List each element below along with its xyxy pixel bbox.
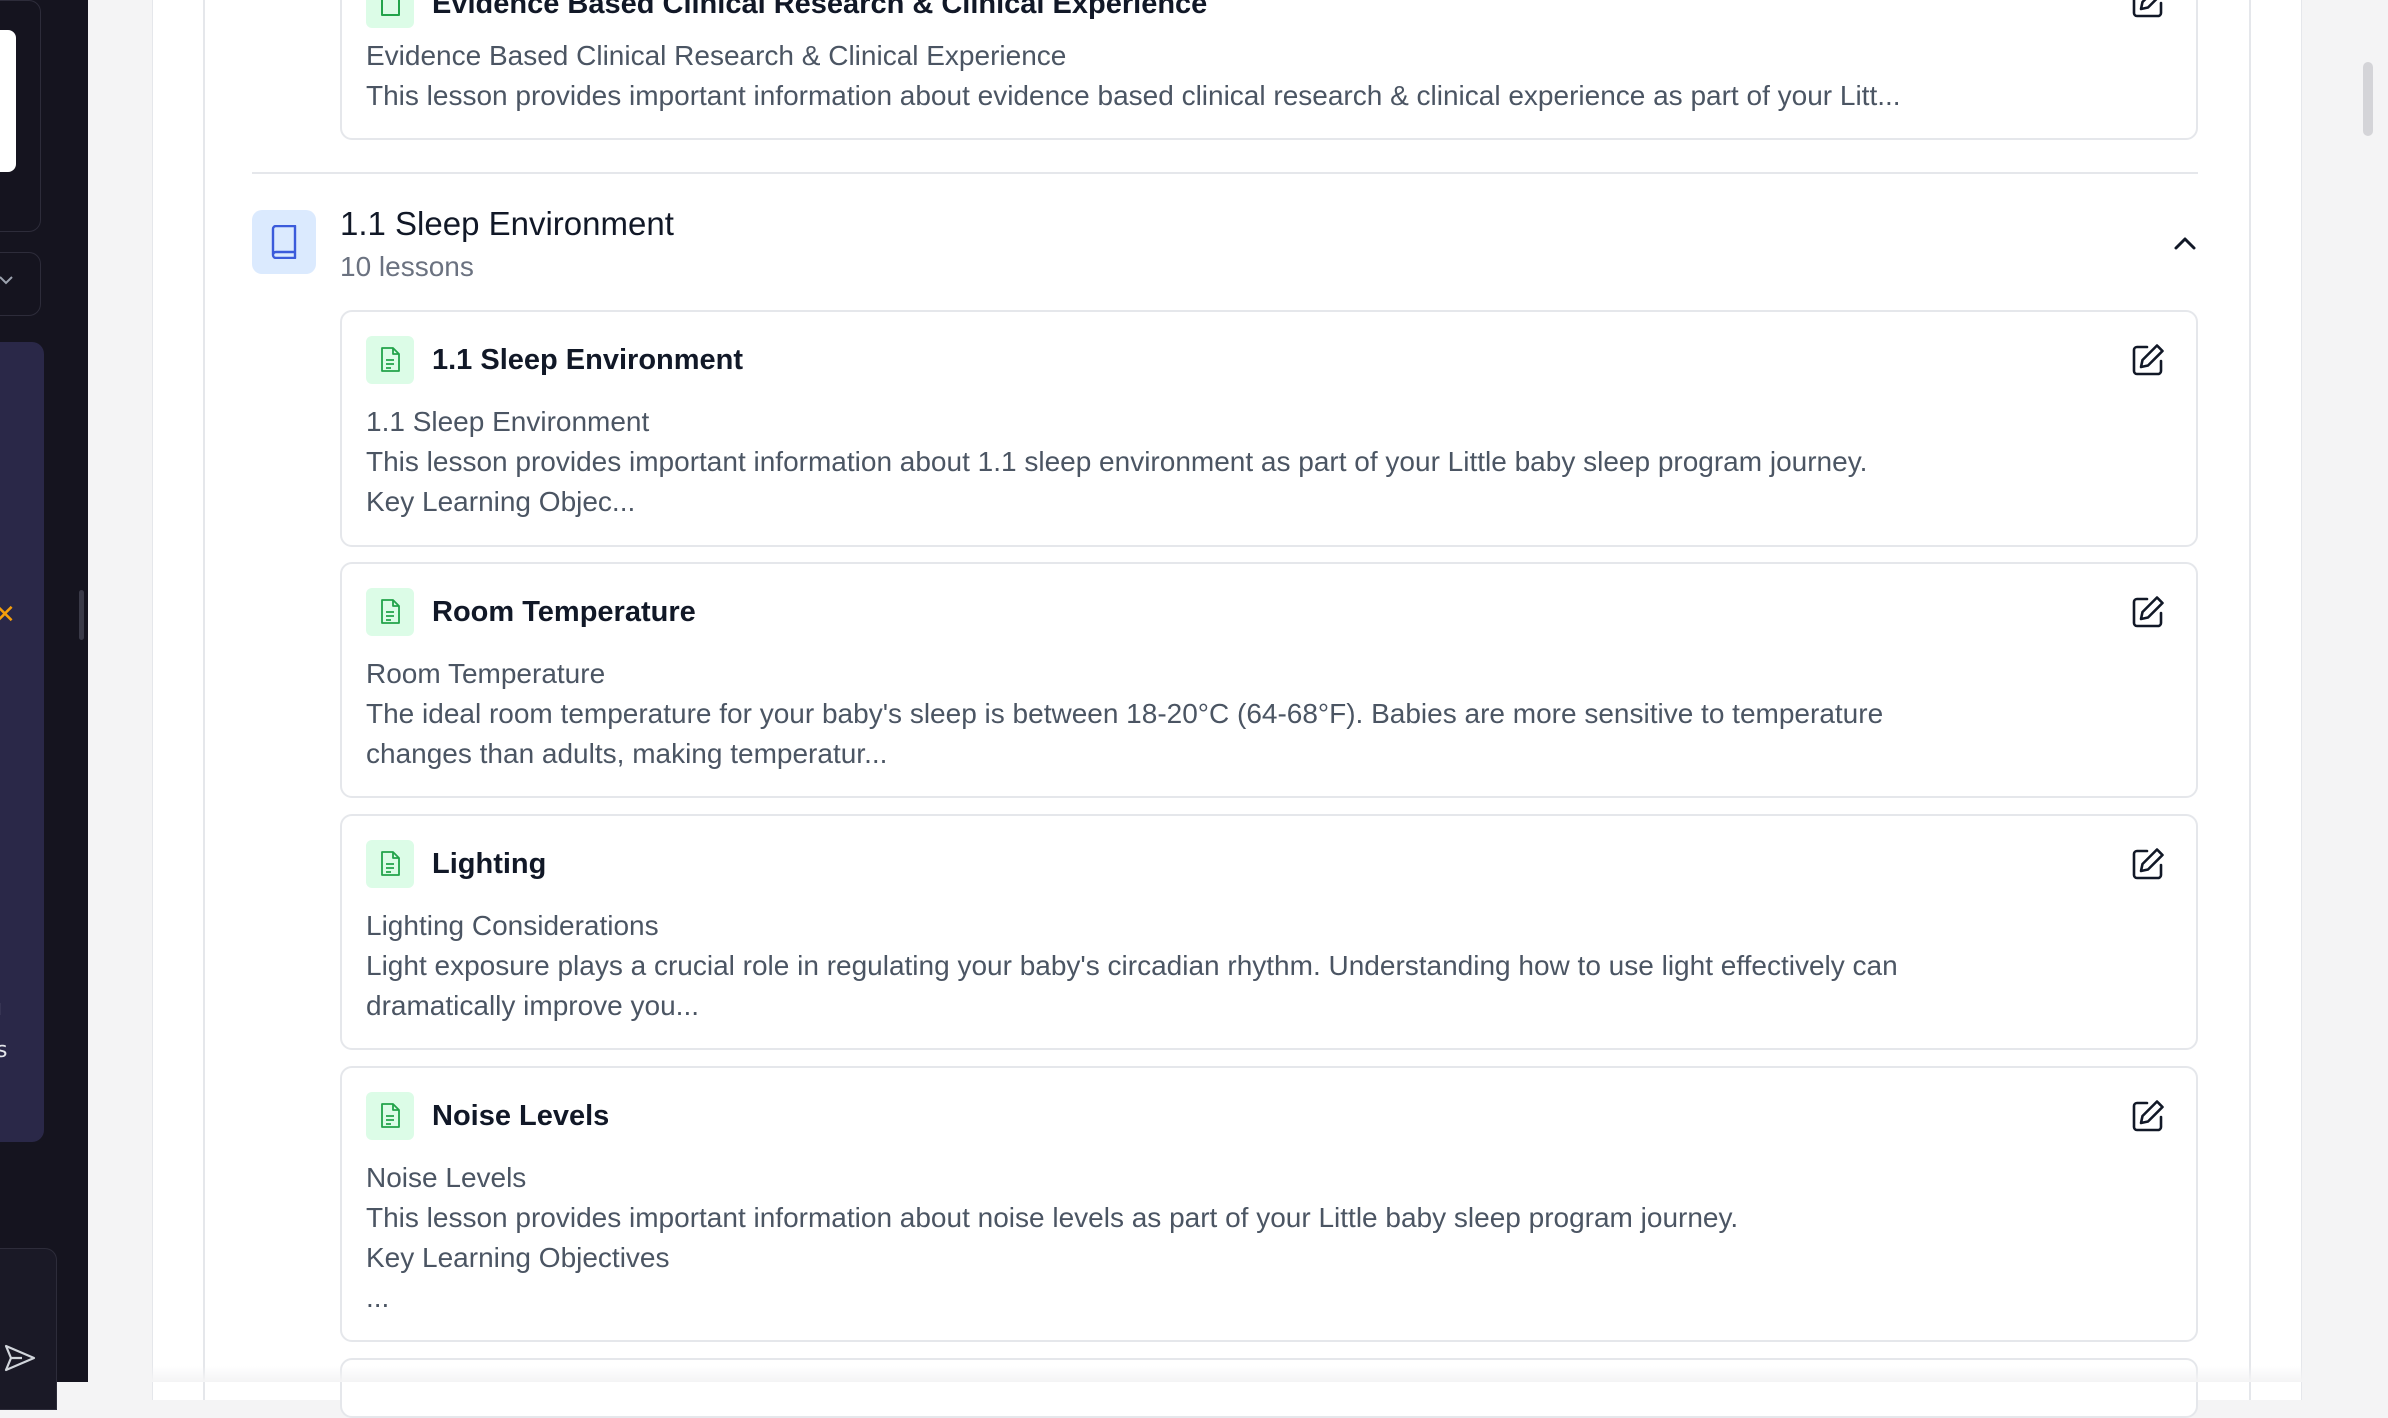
- sidebar-text-fragment: ı: [0, 996, 2, 1021]
- module-divider: [252, 172, 2198, 174]
- send-icon[interactable]: [0, 1338, 40, 1378]
- module-title[interactable]: 1.1 Sleep Environment: [340, 202, 674, 246]
- edit-icon[interactable]: [2130, 846, 2166, 882]
- lesson-subtitle: 1.1 Sleep Environment: [366, 406, 650, 437]
- edit-icon[interactable]: [2130, 594, 2166, 630]
- description-line: changes than adults, making temperatur..…: [366, 738, 888, 769]
- book-icon: [252, 210, 316, 274]
- lesson-subtitle: Lighting Considerations: [366, 910, 659, 941]
- sidebar-text-fragment: s: [0, 1038, 8, 1063]
- lesson-title[interactable]: Room Temperature: [432, 594, 696, 630]
- lesson-card[interactable]: Room Temperature Room Temperature The id…: [340, 562, 2198, 798]
- description-line: Key Learning Objec...: [366, 486, 636, 517]
- lesson-description: This lesson provides important informati…: [366, 442, 2156, 522]
- lesson-card[interactable]: Evidence Based Clinical Research & Clini…: [340, 0, 2198, 140]
- close-icon[interactable]: ✕: [0, 600, 16, 630]
- document-icon: [366, 840, 414, 888]
- module-lesson-count: 10 lessons: [340, 251, 474, 282]
- document-icon: [366, 588, 414, 636]
- lesson-subtitle: Noise Levels: [366, 1162, 527, 1193]
- left-sidebar: ✕ ı s: [0, 0, 88, 1410]
- scrollbar-thumb[interactable]: [2363, 62, 2373, 136]
- lesson-description: The ideal room temperature for your baby…: [366, 694, 2156, 774]
- lesson-description: Light exposure plays a crucial role in r…: [366, 946, 2156, 1026]
- lesson-subtitle: Room Temperature: [366, 658, 606, 689]
- description-line: The ideal room temperature for your baby…: [366, 698, 1884, 729]
- lesson-title[interactable]: Noise Levels: [432, 1098, 609, 1134]
- sidebar-preview-image: [0, 30, 16, 172]
- lesson-description: This lesson provides important informati…: [366, 80, 1901, 111]
- document-icon: [366, 1092, 414, 1140]
- description-line: dramatically improve you...: [366, 990, 700, 1021]
- lesson-title[interactable]: 1.1 Sleep Environment: [432, 342, 743, 378]
- edit-icon[interactable]: [2130, 342, 2166, 378]
- chevron-up-icon[interactable]: [2170, 228, 2200, 258]
- document-icon: [366, 336, 414, 384]
- lesson-description: This lesson provides important informati…: [366, 1198, 2156, 1318]
- resize-handle[interactable]: [79, 590, 84, 640]
- lesson-subtitle: Evidence Based Clinical Research & Clini…: [366, 40, 1067, 71]
- sidebar-chat-box[interactable]: [0, 1248, 57, 1410]
- lesson-card[interactable]: 1.1 Sleep Environment 1.1 Sleep Environm…: [340, 310, 2198, 547]
- edit-icon[interactable]: [2130, 0, 2166, 20]
- description-line: Key Learning Objectives: [366, 1242, 670, 1273]
- document-icon: [366, 0, 414, 28]
- chevron-down-icon[interactable]: [0, 270, 18, 292]
- sidebar-active-panel[interactable]: [0, 342, 44, 1142]
- lesson-card[interactable]: Noise Levels Noise Levels This lesson pr…: [340, 1066, 2198, 1342]
- description-line: This lesson provides important informati…: [366, 446, 1868, 477]
- scroll-fade: [88, 1366, 2388, 1382]
- lesson-title[interactable]: Lighting: [432, 846, 546, 882]
- description-line: This lesson provides important informati…: [366, 1202, 1739, 1233]
- edit-icon[interactable]: [2130, 1098, 2166, 1134]
- lesson-card[interactable]: Lighting Lighting Considerations Light e…: [340, 814, 2198, 1050]
- description-line: ...: [366, 1282, 390, 1313]
- description-line: Light exposure plays a crucial role in r…: [366, 950, 1898, 981]
- lesson-title[interactable]: Evidence Based Clinical Research & Clini…: [432, 0, 1207, 22]
